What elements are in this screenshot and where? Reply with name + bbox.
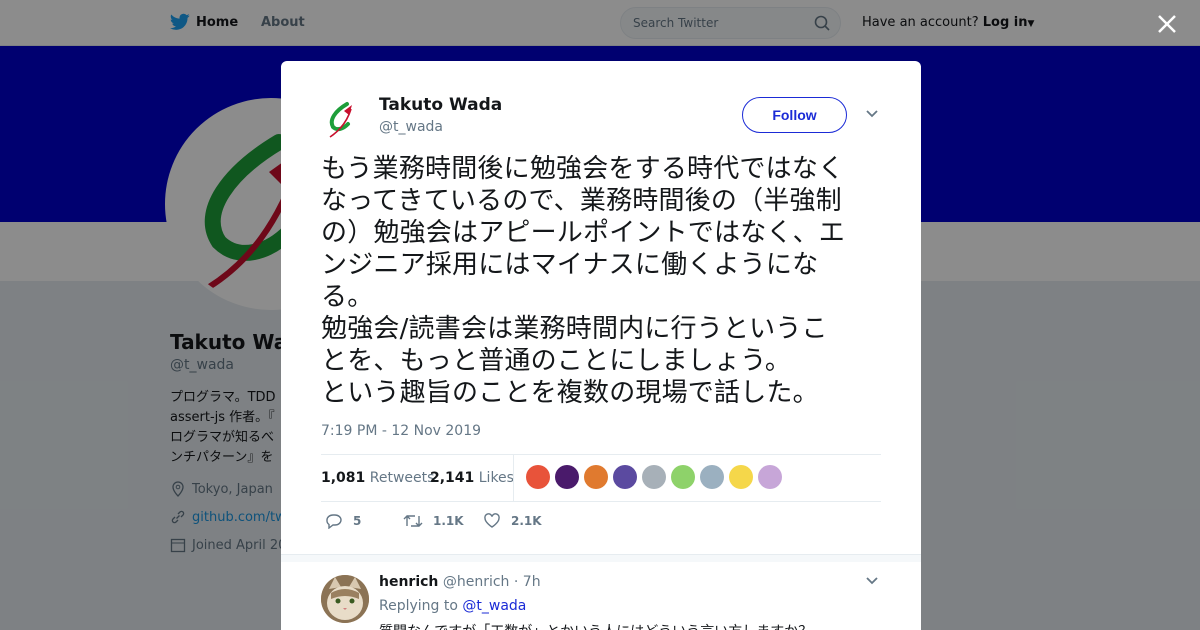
replies-divider [281,554,921,562]
author-logo-icon [329,102,352,138]
retweet-action[interactable]: 1.1K [403,513,464,529]
liker-avatar[interactable] [526,465,550,489]
liker-avatar[interactable] [700,465,724,489]
replying-to-label: Replying to [379,598,458,614]
retweet-icon [403,515,423,527]
chevron-down-icon[interactable] [865,109,879,119]
liker-avatar[interactable] [555,465,579,489]
tweet-actions: 5 1.1K 2.1K [321,513,881,533]
tweet-author-handle[interactable]: @t_wada [379,119,443,135]
likes-stat[interactable]: 2,141 Likes [430,470,514,486]
reply-text: 質問なんですが「工数が」とかいう人にはどういう言い方しますか？ [379,621,812,630]
heart-icon [484,513,500,528]
close-icon[interactable] [1155,12,1179,36]
reply-action[interactable]: 5 [325,513,361,529]
reply-author-handle[interactable]: @henrich [443,574,510,590]
liker-avatar[interactable] [758,465,782,489]
like-count: 2.1K [511,514,542,528]
replying-to: Replying to @t_wada [379,598,526,614]
cat-avatar-icon [321,575,369,623]
retweets-label: Retweets [369,470,435,486]
tweet-timestamp[interactable]: 7:19 PM - 12 Nov 2019 [321,423,481,439]
tweet-stats: 1,081 Retweets 2,141 Likes [321,454,881,502]
tweet-author-avatar[interactable] [321,95,369,143]
liker-avatar[interactable] [642,465,666,489]
tweet-text: もう業務時間後に勉強会をする時代ではなく なってきているので、業務時間後の（半強… [321,154,846,408]
stats-divider [513,455,514,501]
retweets-stat[interactable]: 1,081 Retweets [321,470,434,486]
liker-avatar[interactable] [729,465,753,489]
reply-author-avatar[interactable] [321,575,369,623]
retweet-count: 1.1K [433,514,464,528]
likers-avatars [526,465,782,489]
reply-icon [326,514,342,529]
likes-count: 2,141 [430,470,475,486]
liker-avatar[interactable] [584,465,608,489]
replying-to-handle[interactable]: @t_wada [462,598,526,614]
reply-author-name[interactable]: henrich [379,574,438,590]
reply-chevron-down-icon[interactable] [865,576,879,586]
reply-header: henrich @henrich · 7h [379,574,541,590]
likes-label: Likes [478,470,514,486]
like-action[interactable]: 2.1K [483,513,542,529]
retweets-count: 1,081 [321,470,366,486]
reply-count: 5 [353,514,362,528]
tweet-modal: Takuto Wada @t_wada Follow もう業務時間後に勉強会をす… [281,61,921,630]
reply-time[interactable]: · 7h [514,574,541,590]
liker-avatar[interactable] [671,465,695,489]
tweet-author-name[interactable]: Takuto Wada [379,95,502,115]
liker-avatar[interactable] [613,465,637,489]
follow-button[interactable]: Follow [742,97,847,133]
